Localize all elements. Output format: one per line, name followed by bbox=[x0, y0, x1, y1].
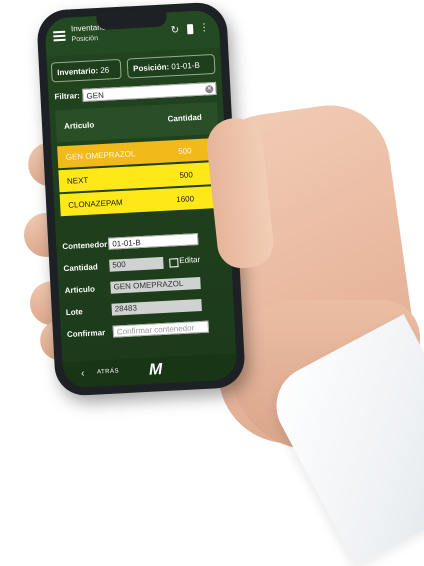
row-articulo: CLONAZEPAM bbox=[67, 197, 123, 210]
lote-label: Lote bbox=[65, 307, 83, 318]
inventario-value: 26 bbox=[100, 65, 110, 75]
row-cantidad: 500 bbox=[179, 170, 194, 180]
header-articulo: Articulo bbox=[63, 120, 95, 131]
posicion-chip: Posición: 01-01-B bbox=[126, 53, 216, 79]
table-header: Articulo Cantidad bbox=[55, 101, 219, 143]
row-articulo: GEN OMEPRAZOL bbox=[65, 149, 136, 162]
editar-label: Editar bbox=[179, 254, 201, 266]
posicion-label: Posición: bbox=[132, 62, 170, 74]
confirmar-label: Confirmar bbox=[66, 328, 106, 340]
confirmar-field[interactable]: Confirmar contenedor bbox=[112, 320, 210, 338]
filter-input[interactable]: GEN ✕ bbox=[82, 81, 217, 102]
screen: Inventario Posición ↻ ⋮ Inventario: 26 P… bbox=[44, 9, 238, 389]
posicion-value: 01-01-B bbox=[171, 60, 201, 72]
filter-row: Filtrar: GEN ✕ bbox=[54, 81, 217, 104]
logo: M bbox=[148, 361, 163, 379]
contenedor-label: Contenedor bbox=[62, 239, 108, 252]
clear-icon[interactable]: ✕ bbox=[205, 85, 214, 94]
menu-icon[interactable] bbox=[53, 30, 66, 42]
app-subtitle: Posición bbox=[71, 35, 99, 44]
sync-icon[interactable]: ↻ bbox=[171, 25, 180, 36]
row-cantidad: 500 bbox=[177, 146, 192, 156]
lote-field: 28483 bbox=[111, 298, 202, 316]
back-button[interactable]: ATRÁS bbox=[97, 368, 119, 375]
editar-checkbox[interactable] bbox=[169, 258, 179, 268]
clipboard-icon[interactable] bbox=[186, 24, 194, 35]
bottom-nav: ‹ ATRÁS M bbox=[62, 353, 238, 389]
header-cantidad: Cantidad bbox=[167, 112, 203, 124]
cantidad-field: 500 bbox=[109, 256, 164, 272]
inventario-label: Inventario: bbox=[57, 66, 99, 78]
detail-form: Contenedor 01-01-B Cantidad 500 Editar A… bbox=[62, 224, 224, 339]
contenedor-field[interactable]: 01-01-B bbox=[107, 233, 199, 250]
articulo-field: GEN OMEPRAZOL bbox=[110, 277, 201, 294]
row-articulo: NEXT bbox=[66, 175, 89, 186]
more-icon[interactable]: ⋮ bbox=[199, 22, 210, 34]
inventario-chip: Inventario: 26 bbox=[50, 58, 122, 83]
back-arrow-icon[interactable]: ‹ bbox=[81, 368, 85, 379]
filter-value: GEN bbox=[86, 90, 105, 101]
filter-label: Filtrar: bbox=[54, 91, 81, 102]
row-cantidad: 1600 bbox=[176, 194, 195, 205]
articulo-label: Articulo bbox=[64, 284, 96, 296]
cantidad-label: Cantidad bbox=[63, 262, 98, 274]
